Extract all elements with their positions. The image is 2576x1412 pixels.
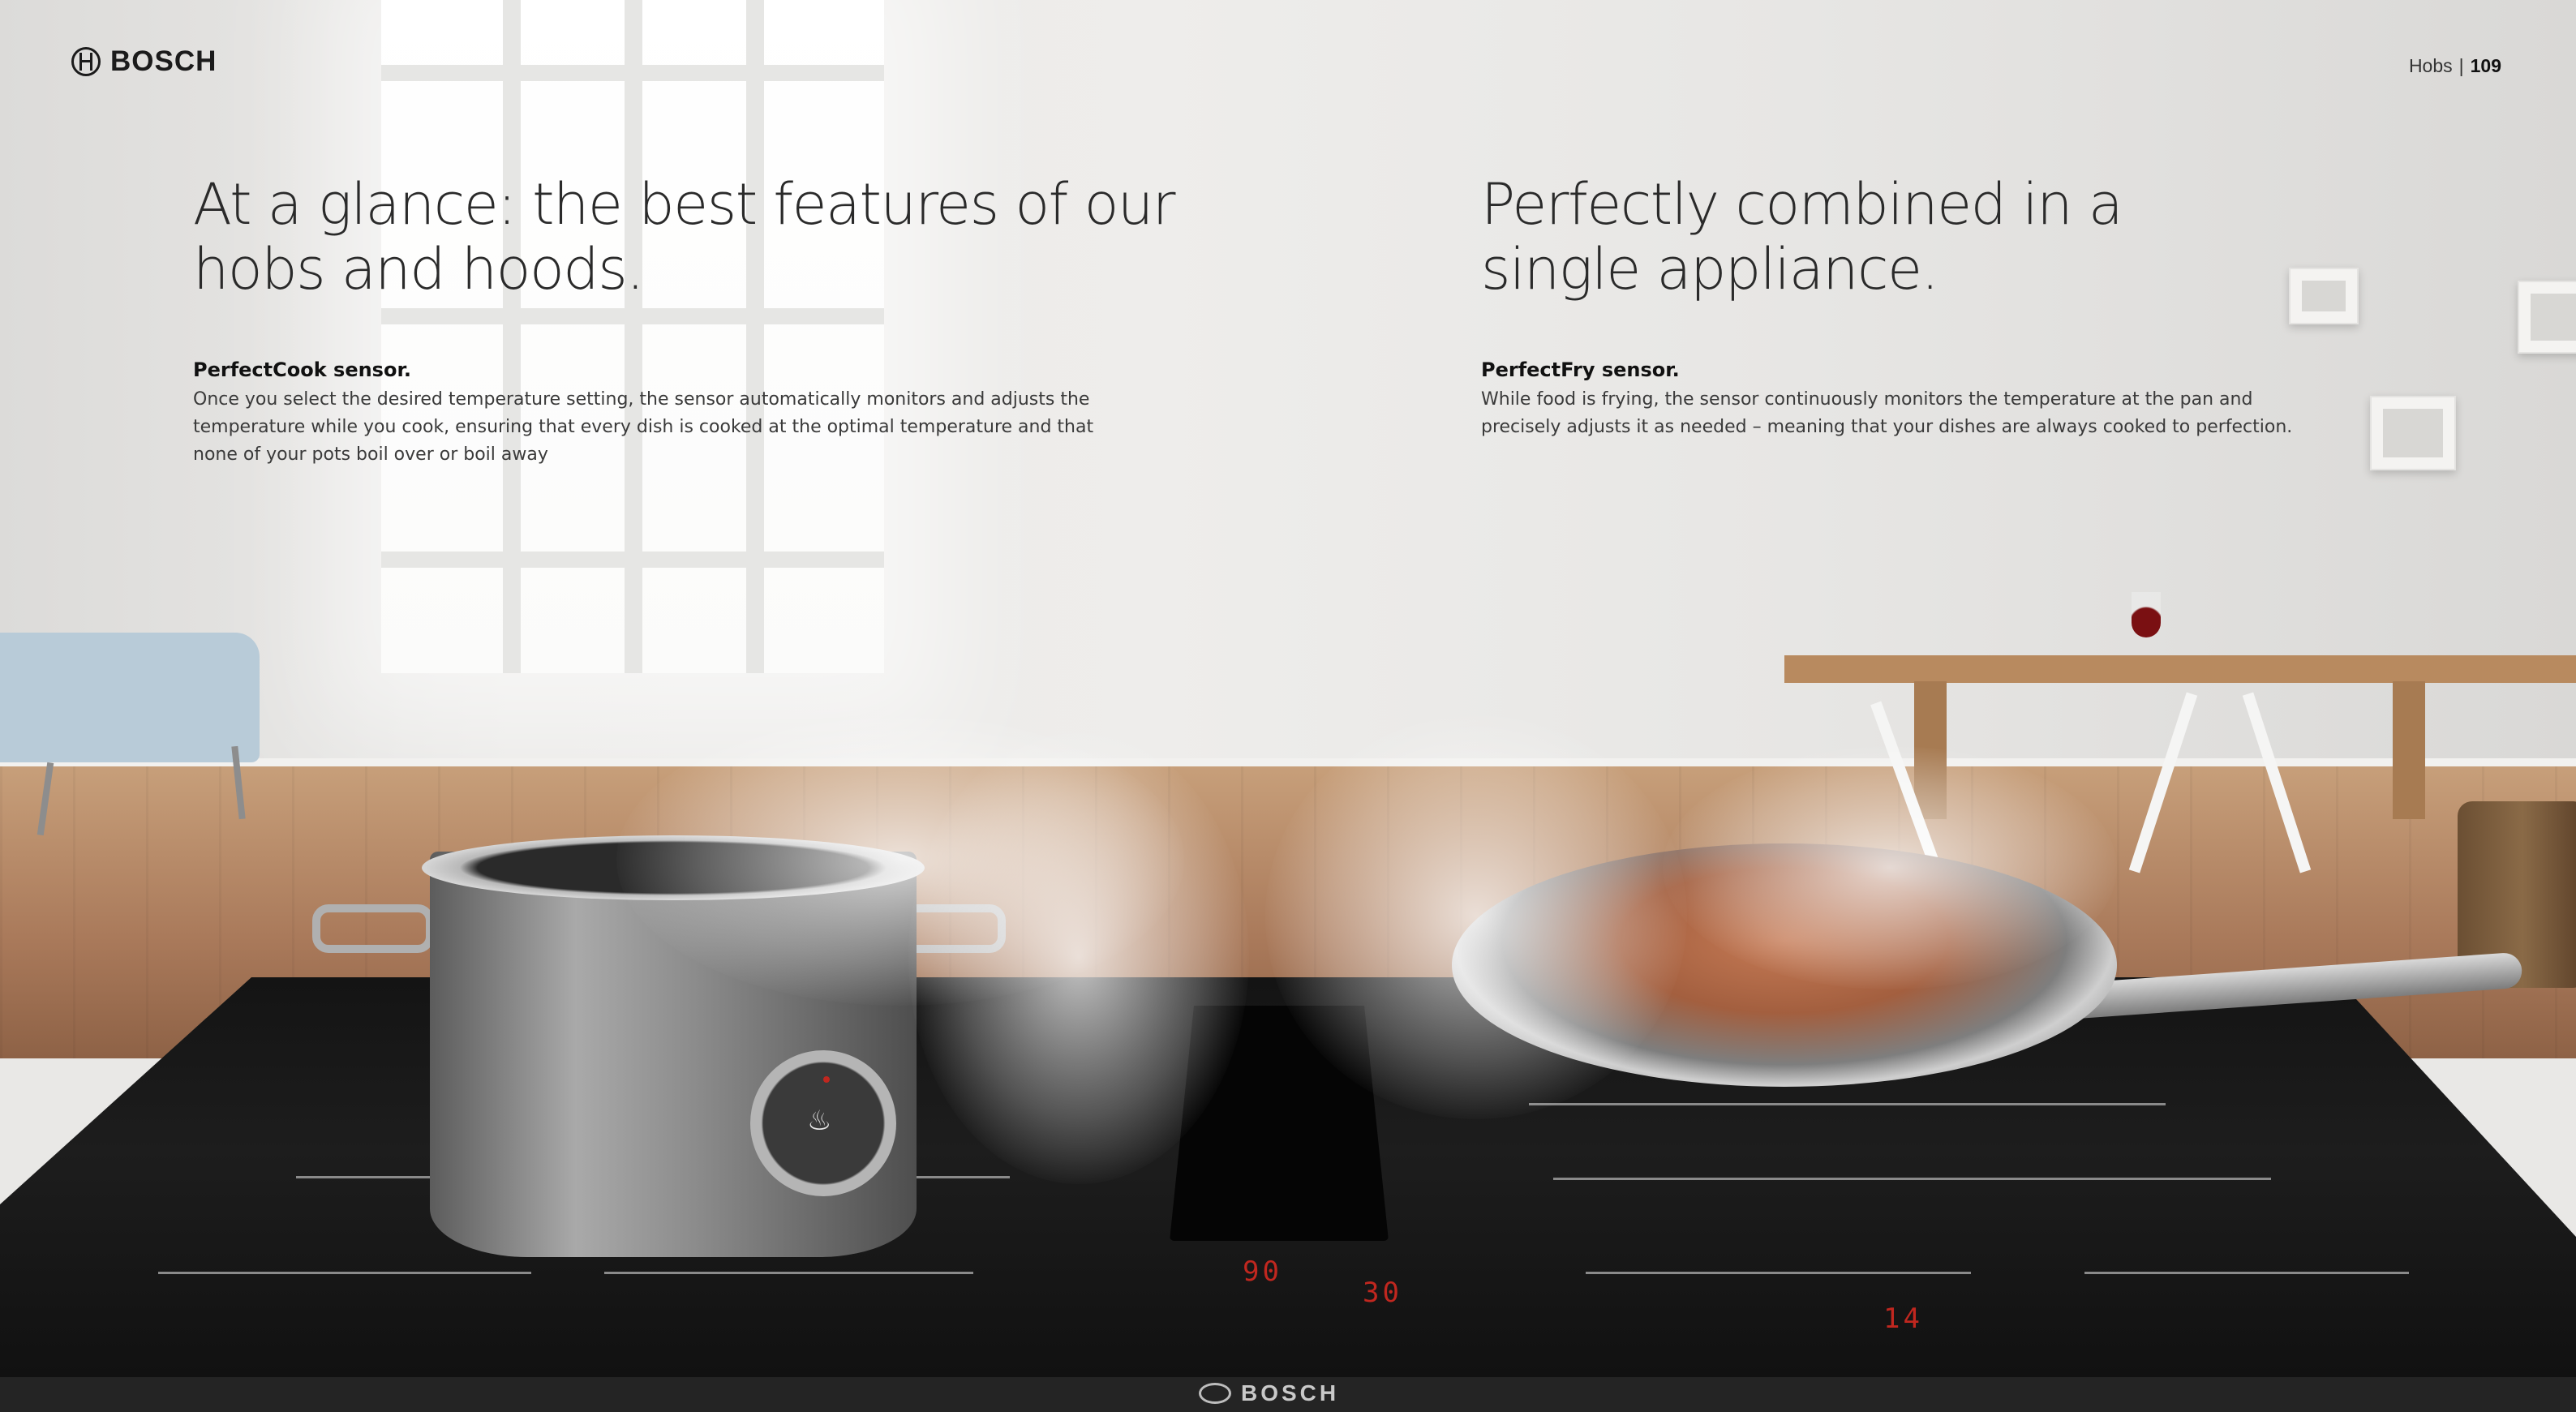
sofa (0, 633, 260, 762)
window-mullion (746, 0, 764, 673)
wall-picture-frame (2518, 281, 2576, 354)
window-transom (381, 308, 884, 324)
wall-picture-frame (2370, 396, 2456, 470)
window-mullion (503, 0, 521, 673)
bosch-logo-icon (71, 47, 101, 76)
right-heading-line: single appliance. (1481, 236, 1939, 303)
left-heading-line: At a glance: the best features of our (193, 171, 1176, 238)
steam (1663, 746, 2117, 989)
right-heading-line: Perfectly combined in a (1481, 171, 2123, 238)
dining-table (1784, 655, 2576, 683)
led-display: 90 (1243, 1255, 1282, 1288)
zone-marker (604, 1272, 973, 1274)
separator: | (2458, 55, 2464, 76)
zone-marker (1529, 1103, 2166, 1105)
hob-brand-text: BOSCH (1241, 1380, 1340, 1406)
zone-marker (1586, 1272, 1971, 1274)
window (381, 0, 884, 673)
section-name: Hobs (2408, 55, 2453, 76)
brand-name: BOSCH (110, 45, 217, 77)
page-number: 109 (2470, 55, 2501, 76)
led-display: 14 (1883, 1303, 1923, 1335)
brand-logo: BOSCH (71, 45, 217, 78)
dial-indicator (823, 1076, 830, 1083)
thermometer-icon: ♨ (807, 1105, 832, 1136)
led-display: 30 (1363, 1277, 1402, 1309)
bosch-logo-icon (1199, 1383, 1231, 1404)
right-heading: Perfectly combined in a single appliance… (1481, 171, 2123, 303)
perfectfry-body: While food is frying, the sensor continu… (1481, 386, 2292, 441)
hob-brand-logo: BOSCH (1199, 1380, 1339, 1406)
zone-marker (158, 1272, 531, 1274)
zone-marker (1553, 1178, 2271, 1180)
left-heading: At a glance: the best features of our ho… (193, 171, 1176, 303)
perfectcook-title: PerfectCook sensor. (193, 358, 411, 381)
perfectcook-body: Once you select the desired temperature … (193, 386, 1093, 469)
body-line: While food is frying, the sensor continu… (1481, 389, 2253, 410)
window-mullion (625, 0, 642, 673)
body-line: temperature while you cook, ensuring tha… (193, 417, 1094, 437)
zone-marker (2084, 1272, 2409, 1274)
body-line: precisely adjusts it as needed – meaning… (1481, 417, 2293, 437)
window-transom (381, 551, 884, 568)
body-line: Once you select the desired temperature … (193, 389, 1090, 410)
body-line: none of your pots boil over or boil away (193, 444, 548, 465)
steam (908, 730, 1249, 1184)
pot-handle (312, 904, 434, 953)
left-heading-line: hobs and hoods. (193, 236, 644, 303)
wine-glass (2132, 592, 2161, 637)
table-leg (2393, 681, 2425, 819)
window-transom (381, 65, 884, 81)
steam (1265, 714, 1687, 1119)
page-indicator: Hobs | 109 (2409, 55, 2501, 77)
wall-picture-frame (2289, 268, 2359, 324)
perfectfry-title: PerfectFry sensor. (1481, 358, 1680, 381)
